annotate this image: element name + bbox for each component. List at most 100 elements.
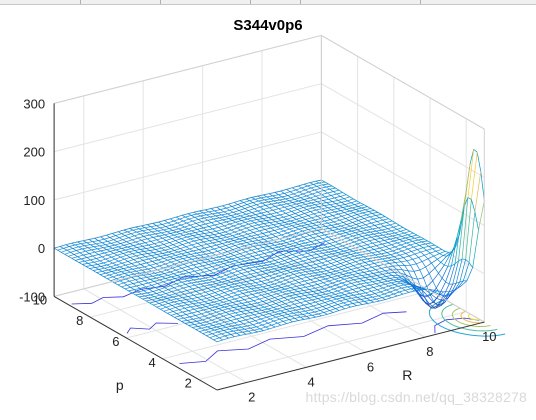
mesh-segment [227, 292, 234, 296]
mesh-segment [282, 252, 290, 255]
mesh-segment [255, 294, 262, 298]
mesh-segment [195, 313, 202, 316]
mesh-segment [327, 297, 333, 300]
mesh-segment [275, 248, 282, 251]
mesh-segment [375, 267, 382, 271]
mesh-segment [345, 269, 352, 272]
mesh-segment [175, 267, 182, 271]
mesh-segment [289, 279, 296, 283]
mesh-segment [361, 288, 368, 291]
mesh-segment [293, 296, 300, 299]
mesh-segment [214, 290, 221, 293]
mesh-segment [366, 266, 373, 270]
mesh-segment [266, 263, 273, 266]
mesh-segment [270, 265, 277, 268]
mesh-segment [381, 280, 388, 283]
mesh-segment [314, 242, 321, 245]
mesh-segment [185, 268, 192, 271]
mesh-segment [327, 312, 334, 315]
mesh-segment [187, 318, 194, 321]
y-tick-label: 10 [33, 292, 47, 307]
mesh-segment [301, 252, 308, 256]
mesh-segment [320, 254, 327, 257]
mesh-segment [387, 293, 394, 297]
mesh-segment [369, 269, 376, 272]
mesh-segment [279, 288, 285, 291]
mesh-segment [234, 296, 241, 300]
mesh-segment [151, 298, 158, 301]
mesh-segment [377, 287, 384, 291]
mesh-segment [245, 318, 252, 321]
mesh-segment [282, 275, 289, 279]
mesh-segment [263, 275, 270, 278]
mesh-segment [322, 266, 329, 270]
mesh-plot[interactable]: -1000100200300246810246810Rp [0, 0, 536, 420]
mesh-segment [199, 291, 206, 295]
mesh-segment [367, 273, 374, 275]
mesh-segment [320, 308, 327, 311]
mesh-segment [322, 290, 329, 293]
mesh-segment [149, 272, 156, 275]
mesh-segment [264, 318, 271, 322]
mesh-segment [263, 328, 270, 331]
mesh-segment [154, 294, 161, 298]
mesh-segment [310, 263, 317, 266]
mesh-segment [380, 289, 387, 293]
mesh-segment [388, 272, 395, 274]
mesh-segment [294, 302, 301, 305]
mesh-segment [265, 310, 272, 313]
mesh-segment [271, 256, 278, 259]
mesh-segment [251, 248, 258, 251]
mesh-segment [182, 310, 189, 313]
mesh-segment [253, 284, 260, 287]
mesh-segment [194, 307, 201, 310]
mesh-segment [188, 324, 195, 326]
mesh-segment [235, 311, 242, 314]
mesh-segment [357, 280, 364, 283]
grid-line [83, 288, 247, 383]
mesh-segment [389, 289, 397, 293]
mesh-segment [206, 296, 213, 299]
mesh-segment [348, 271, 355, 274]
mesh-segment [316, 306, 323, 309]
mesh-segment [408, 290, 415, 293]
mesh-segment [258, 253, 265, 256]
mesh-segment [284, 243, 290, 247]
mesh-segment [344, 254, 351, 257]
mesh-segment [174, 300, 181, 303]
mesh-segment [197, 280, 204, 283]
mesh-segment [269, 273, 276, 277]
mesh-segment [356, 290, 363, 293]
mesh-segment [222, 308, 229, 311]
mesh-segment [260, 316, 267, 320]
mesh-segment [256, 271, 263, 274]
mesh-segment [298, 280, 305, 283]
mesh-segment [329, 241, 336, 244]
mesh-segment [215, 319, 222, 323]
mesh-segment [266, 286, 273, 289]
mesh-segment [329, 278, 335, 282]
mesh-segment [364, 260, 371, 263]
mesh-segment [350, 252, 357, 255]
mesh-segment [333, 272, 340, 275]
mesh-segment [340, 275, 347, 278]
mesh-segment [294, 288, 301, 290]
mesh-segment [319, 293, 326, 296]
mesh-segment [301, 276, 307, 280]
mesh-segment [233, 329, 240, 332]
mesh-segment [224, 266, 231, 270]
mesh-segment [214, 328, 221, 331]
mesh-segment [188, 270, 195, 273]
z-tick-label: 0 [38, 241, 45, 256]
mesh-segment [220, 274, 227, 278]
mesh-segment [237, 308, 244, 310]
mesh-segment [202, 303, 209, 306]
mesh-segment [273, 305, 280, 308]
mesh-segment [386, 275, 393, 277]
mesh-segment [391, 281, 397, 284]
mesh-segment [262, 269, 269, 272]
mesh-segment [340, 261, 347, 264]
mesh-segment [295, 254, 302, 257]
mesh-segment [164, 299, 171, 303]
mesh-segment [269, 260, 276, 263]
